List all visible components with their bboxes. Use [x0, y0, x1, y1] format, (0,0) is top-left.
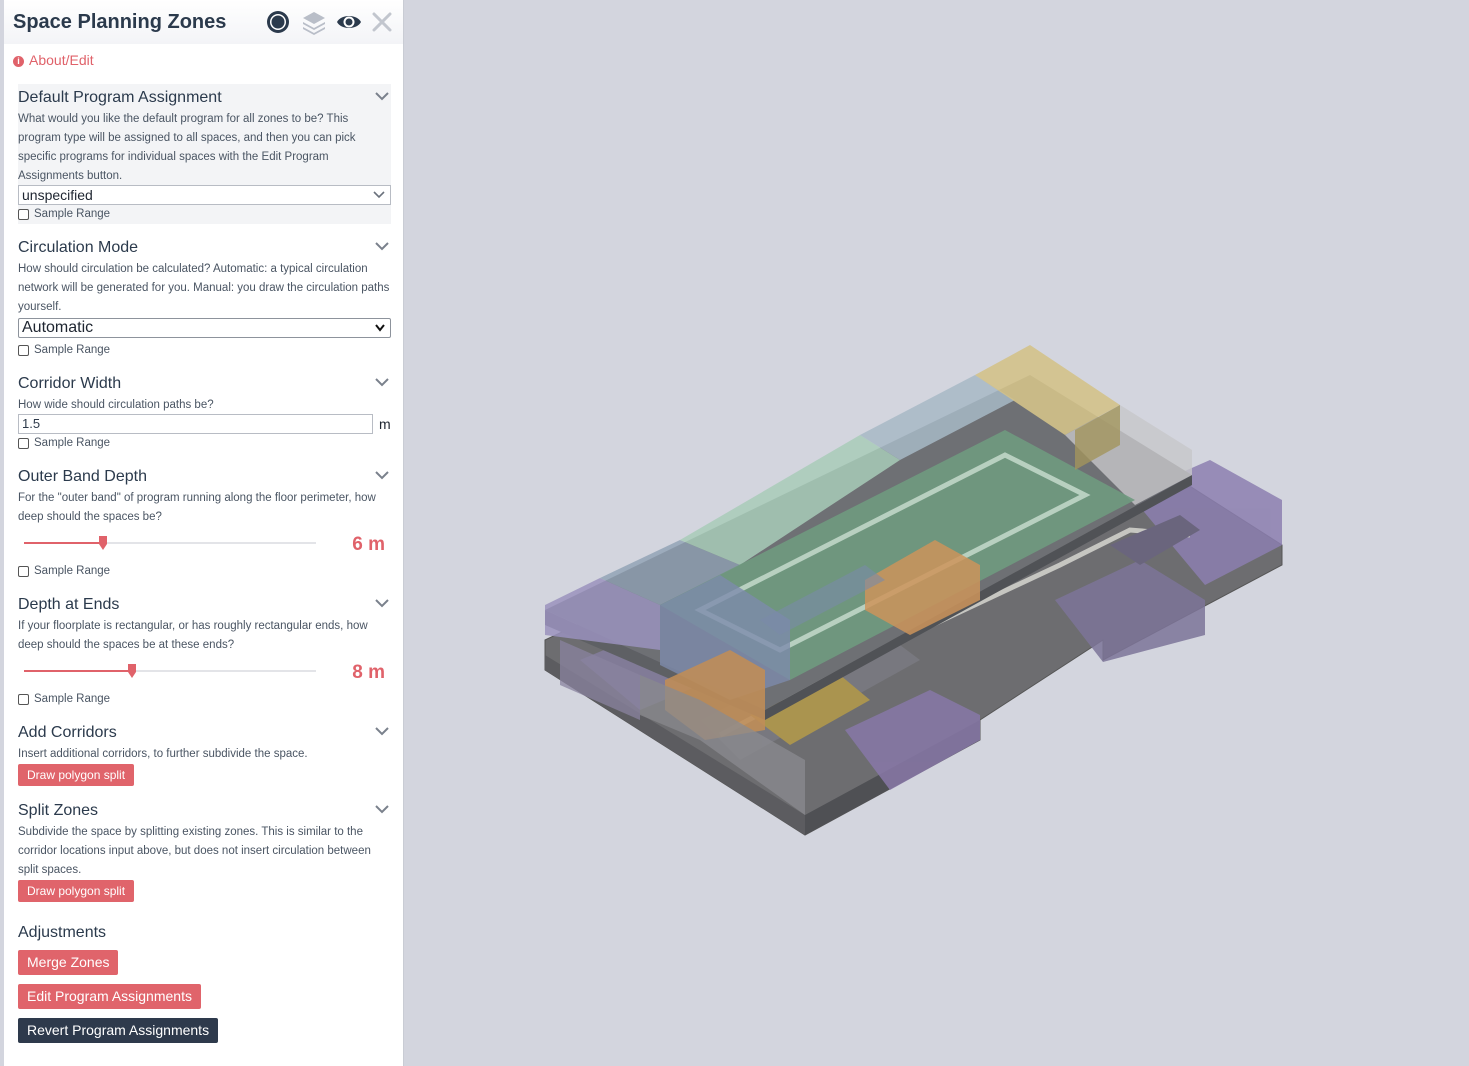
add-corridors-section: Add Corridors Insert additional corridor…	[18, 719, 391, 791]
section-title: Default Program Assignment	[18, 89, 222, 106]
section-title: Corridor Width	[18, 375, 122, 392]
outer-band-depth-section: Outer Band Depth For the "outer band" of…	[18, 463, 391, 583]
about-edit-label: About/Edit	[29, 52, 94, 68]
outer-band-depth-slider[interactable]	[24, 536, 316, 550]
slider-fill	[24, 542, 103, 544]
add-corridors-draw-button[interactable]: Draw polygon split	[18, 764, 135, 786]
sample-range-label: Sample Range	[34, 437, 111, 449]
corridor-width-input[interactable]: 1.5	[18, 414, 373, 434]
split-zones-section: Split Zones Subdivide the space by split…	[18, 797, 391, 907]
panel-header: Space Planning Zones	[4, 0, 403, 44]
slider-fill	[24, 670, 132, 672]
sample-range-label: Sample Range	[34, 565, 111, 577]
circulation-mode-value: Automatic	[22, 319, 94, 336]
slider-handle[interactable]	[127, 664, 137, 678]
default-program-value: unspecified	[22, 187, 93, 203]
default-program-section: Default Program Assignment What would yo…	[18, 84, 391, 224]
record-icon[interactable]	[265, 9, 291, 35]
sample-range-toggle[interactable]: Sample Range	[18, 693, 110, 705]
about-edit-link[interactable]: i About/Edit	[13, 52, 94, 68]
depth-at-ends-section: Depth at Ends If your floorplate is rect…	[18, 591, 391, 711]
adjustments-section: Adjustments Merge Zones Edit Program Ass…	[18, 919, 391, 1049]
checkbox[interactable]	[18, 565, 29, 577]
checkbox[interactable]	[18, 437, 29, 449]
slider-handle[interactable]	[98, 536, 108, 550]
section-description: Subdivide the space by splitting existin…	[18, 826, 371, 876]
sample-range-toggle[interactable]: Sample Range	[18, 437, 110, 449]
section-description: If your floorplate is rectangular, or ha…	[18, 620, 368, 651]
close-icon[interactable]	[369, 9, 395, 35]
checkbox[interactable]	[18, 693, 29, 705]
split-zones-draw-button[interactable]: Draw polygon split	[18, 880, 135, 902]
checkbox[interactable]	[18, 208, 29, 220]
section-title: Split Zones	[18, 802, 99, 819]
chevron-down-icon	[375, 324, 385, 332]
chevron-down-icon[interactable]	[375, 599, 389, 608]
corridor-width-unit: m	[379, 416, 391, 432]
eye-icon[interactable]	[336, 9, 362, 35]
sample-range-toggle[interactable]: Sample Range	[18, 344, 110, 356]
info-icon: i	[13, 56, 24, 67]
section-description: Insert additional corridors, to further …	[18, 748, 308, 760]
checkbox[interactable]	[18, 344, 29, 356]
adjustments-title: Adjustments	[18, 924, 107, 941]
section-title: Depth at Ends	[18, 596, 120, 613]
sample-range-toggle[interactable]: Sample Range	[18, 565, 110, 577]
default-program-select[interactable]: unspecified	[18, 185, 391, 205]
sample-range-toggle[interactable]: Sample Range	[18, 208, 110, 220]
chevron-down-icon[interactable]	[375, 805, 389, 814]
sample-range-label: Sample Range	[34, 693, 111, 705]
section-description: How should circulation be calculated? Au…	[18, 263, 390, 313]
depth-at-ends-slider[interactable]	[24, 664, 316, 678]
section-description: What would you like the default program …	[18, 113, 356, 182]
section-description: For the "outer band" of program running …	[18, 492, 376, 523]
3d-viewport[interactable]	[405, 0, 1469, 1066]
revert-program-assignments-button[interactable]: Revert Program Assignments	[18, 1018, 219, 1043]
circulation-mode-select[interactable]: Automatic	[18, 318, 391, 338]
chevron-down-icon[interactable]	[375, 242, 389, 251]
chevron-down-icon[interactable]	[375, 378, 389, 387]
edit-program-assignments-button[interactable]: Edit Program Assignments	[18, 984, 201, 1009]
section-title: Outer Band Depth	[18, 468, 147, 485]
panel-title: Space Planning Zones	[13, 11, 227, 33]
layers-icon[interactable]	[301, 9, 327, 35]
circulation-mode-section: Circulation Mode How should circulation …	[18, 234, 391, 360]
section-title: Circulation Mode	[18, 239, 139, 256]
chevron-down-icon[interactable]	[375, 92, 389, 101]
corridor-width-section: Corridor Width How wide should circulati…	[18, 370, 391, 454]
section-title: Add Corridors	[18, 724, 117, 741]
section-description: How wide should circulation paths be?	[18, 399, 214, 411]
chevron-down-icon[interactable]	[375, 727, 389, 736]
chevron-down-icon[interactable]	[375, 471, 389, 480]
sample-range-label: Sample Range	[34, 344, 111, 356]
side-panel: Space Planning Zones i About/Edit Default…	[4, 0, 404, 1066]
outer-band-depth-value: 6 m	[352, 534, 385, 555]
sample-range-label: Sample Range	[34, 208, 111, 220]
merge-zones-button[interactable]: Merge Zones	[18, 950, 119, 975]
chevron-down-icon	[373, 191, 385, 199]
depth-at-ends-value: 8 m	[352, 662, 385, 683]
